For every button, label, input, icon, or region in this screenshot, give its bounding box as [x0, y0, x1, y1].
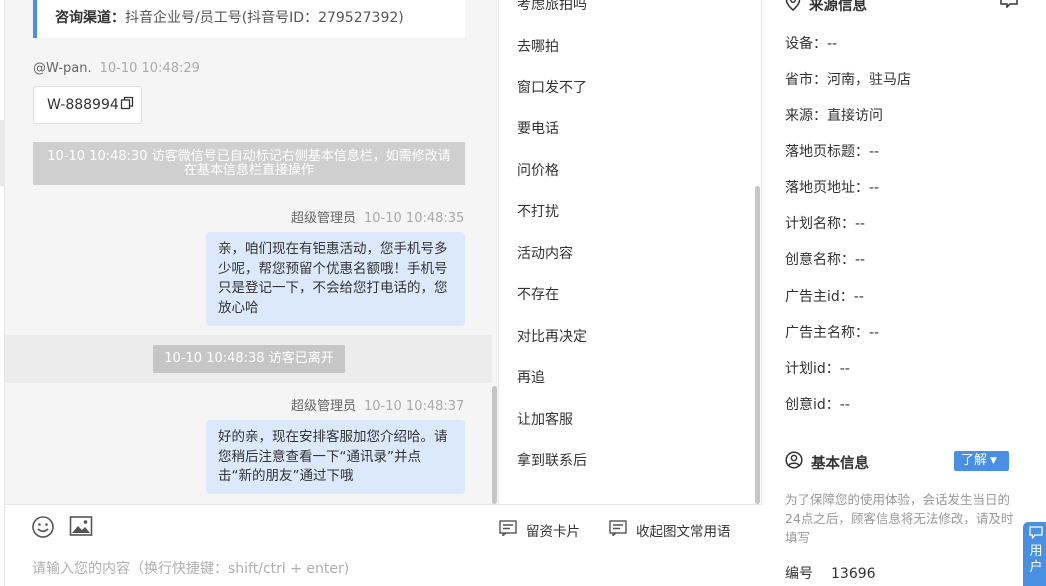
quick-reply-item[interactable]: 问价格 [517, 160, 559, 180]
copy-icon[interactable] [120, 96, 134, 114]
card-icon [499, 520, 517, 540]
user-icon [785, 451, 803, 473]
visitor-sender-name: @W-pan. [33, 61, 92, 76]
source-row-region: 省市：河南，驻马店 [785, 72, 911, 88]
quick-reply-item[interactable]: 不存在 [517, 284, 559, 304]
quick-reply-item[interactable]: 不打扰 [517, 201, 559, 221]
lead-card-button[interactable]: 留资卡片 [499, 520, 580, 540]
quick-reply-item[interactable]: 去哪拍 [517, 36, 559, 56]
quick-replies-scrollbar[interactable] [755, 186, 760, 504]
system-notice: 10-10 10:48:30 访客微信号已自动标记右侧基本信息栏，如需修改请在基… [33, 142, 465, 185]
customer-number-label: 编号 [785, 566, 813, 582]
source-row-creative-name: 创意名称：-- [785, 252, 866, 268]
message-input[interactable]: 请输入您的内容（换行快捷键：shift/ctrl + enter) [32, 558, 349, 578]
quick-replies-pane: 考虑旅拍吗 去哪拍 窗口发不了 要电话 问价格 不打扰 活动内容 不存在 对比再… [499, 0, 762, 504]
emoji-icon[interactable] [31, 515, 57, 539]
quick-reply-item[interactable]: 窗口发不了 [517, 77, 587, 97]
source-row-device: 设备：-- [785, 36, 838, 52]
agent-message-time: 10-10 10:48:37 [364, 399, 465, 414]
caret-down-icon: ▼ [990, 456, 997, 466]
visitor-message-time: 10-10 10:48:29 [99, 61, 200, 76]
agent-message-bubble-2: 好的亲，现在安排客服加您介绍哈。请您稍后注意查看一下“通讯录”并点击“新的朋友”… [206, 420, 465, 494]
channel-card: 咨询渠道：抖音企业号/员工号(抖音号ID：279527392) [33, 0, 465, 38]
source-info-header: 来源信息 [785, 0, 867, 15]
agent-sender-line-1: 超级管理员 10-10 10:48:35 [291, 207, 464, 226]
quick-reply-item[interactable]: 再追 [517, 367, 545, 387]
wechat-id: W-888994 [47, 97, 119, 113]
customer-number-value: 13696 [831, 566, 876, 582]
channel-value: 抖音企业号/员工号(抖音号ID：279527392) [125, 10, 404, 26]
chat-pane: 咨询渠道：抖音企业号/员工号(抖音号ID：279527392) @W-pan. 1… [5, 0, 499, 504]
source-row-landing-url: 落地页地址：-- [785, 180, 880, 196]
lead-card-label: 留资卡片 [526, 524, 580, 540]
visitor-sender-line: @W-pan. 10-10 10:48:29 [33, 61, 200, 76]
user-float-tab[interactable]: 用户 [1023, 522, 1046, 586]
quick-reply-item[interactable]: 拿到联系后 [517, 450, 587, 470]
basic-info-title: 基本信息 [811, 455, 869, 472]
quick-reply-item[interactable]: 对比再决定 [517, 326, 587, 346]
user-float-tab-label: 用户 [1029, 544, 1043, 575]
collapse-phrases-button[interactable]: 收起图文常用语 [609, 520, 731, 540]
app-root: 咨询渠道：抖音企业号/员工号(抖音号ID：279527392) @W-pan. 1… [0, 0, 1046, 586]
chat-scrollbar[interactable] [492, 386, 497, 504]
collapse-phrases-label: 收起图文常用语 [636, 524, 731, 540]
source-row-landing-title: 落地页标题：-- [785, 144, 880, 160]
source-row-plan-name: 计划名称：-- [785, 216, 866, 232]
customer-number-row: 编号 13696 [785, 563, 876, 583]
agent-name: 超级管理员 [291, 399, 357, 414]
learn-label: 了解 [961, 453, 988, 468]
message-input-area: 留资卡片 收起图文常用语 请输入您的内容（换行快捷键：shift/ctrl + … [5, 504, 762, 586]
learn-dropdown-button[interactable]: 了解 ▼ [954, 451, 1009, 471]
source-row-plan-id: 计划id：-- [785, 361, 850, 377]
channel-label: 咨询渠道： [55, 10, 125, 26]
source-info-title: 来源信息 [809, 0, 867, 14]
visitor-info-pane: 来源信息 设备：-- 省市：河南，驻马店 来源：直接访问 落地页标题：-- 落地… [763, 0, 1046, 586]
source-row-advertiser-name: 广告主名称：-- [785, 325, 880, 341]
edit-deadline-note: 为了保障您的使用体验，会话发生当日的24点之后，顾客信息将无法修改，请及时填写 [785, 492, 1014, 545]
source-row-creative-id: 创意id：-- [785, 397, 850, 413]
wechat-id-box[interactable]: W-888994 [33, 86, 142, 124]
agent-message-bubble-1: 亲，咱们现在有钜惠活动，您手机号多少呢，帮您预留个优惠名额哦！手机号只是登记一下… [206, 232, 465, 326]
source-row-origin: 来源：直接访问 [785, 108, 883, 124]
agent-sender-line-2: 超级管理员 10-10 10:48:37 [291, 395, 464, 414]
visitor-left-notice: 10-10 10:48:38 访客已离开 [153, 345, 345, 373]
location-icon [785, 0, 801, 15]
quick-reply-item[interactable]: 考虑旅拍吗 [517, 0, 587, 14]
quick-reply-item[interactable]: 活动内容 [517, 243, 573, 263]
agent-name: 超级管理员 [291, 211, 357, 226]
quick-reply-item[interactable]: 让加客服 [517, 409, 573, 429]
phrases-icon [609, 520, 627, 540]
image-icon[interactable] [69, 515, 95, 539]
chat-icon [1023, 526, 1046, 544]
quick-reply-item[interactable]: 要电话 [517, 118, 559, 138]
basic-info-header: 基本信息 [785, 451, 869, 473]
source-row-advertiser-id: 广告主id：-- [785, 289, 864, 305]
agent-message-time: 10-10 10:48:35 [364, 211, 465, 226]
edit-icon[interactable] [1000, 0, 1018, 12]
